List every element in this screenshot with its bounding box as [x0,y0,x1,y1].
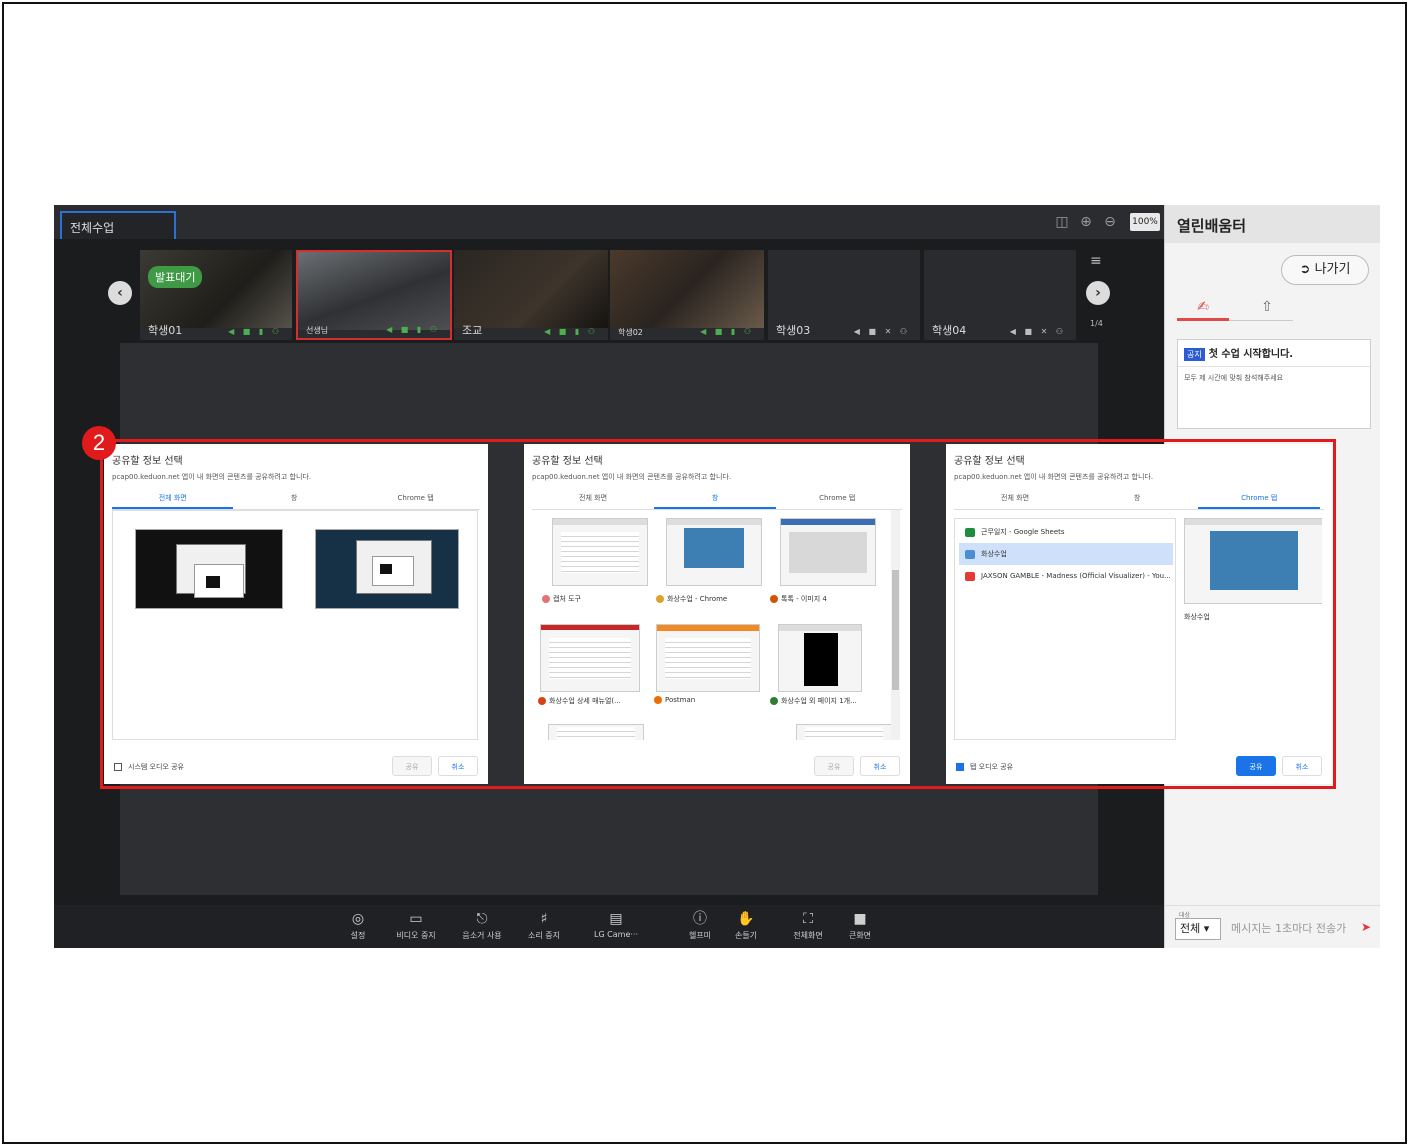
big-screen-icon: ■ [853,911,867,927]
raise-hand-button[interactable]: ✋ 손들기 [714,910,778,941]
lock-icon[interactable]: ◫ [1054,214,1070,230]
exit-label: 나가기 [1314,262,1351,277]
target-select[interactable]: 전체 ▾ [1175,918,1221,940]
chevron-down-icon: ▾ [1203,922,1210,935]
screen-share-icon: ▤ [609,911,623,927]
stop-video-label: 비디오 중지 [396,931,436,940]
camera-select-button[interactable]: ▤ LG Came··· [584,910,648,939]
participant-tile[interactable]: 학생04 ◀ ■ ✕ ⚇ [924,250,1076,340]
notice-header: 공지 첫 수업 시작합니다. [1178,340,1370,367]
participant-controls: ◀ ■ ✕ ⚇ [1009,327,1066,336]
participant-name: 학생04 [932,324,967,337]
tab-files[interactable]: ⇧ [1241,295,1293,321]
camera-select-label: LG Came··· [593,930,639,939]
exit-button[interactable]: ➲ 나가기 [1281,255,1369,285]
participant-name: 학생03 [776,324,811,337]
notice-title: 첫 수업 시작합니다. [1208,349,1294,360]
tab-chat[interactable]: ✍ [1177,295,1229,321]
stop-video-button[interactable]: ▭ 비디오 중지 [384,910,448,941]
mute-button[interactable]: ⎋ 음소거 사용 [450,910,514,941]
hand-icon: ✋ [737,911,755,927]
upload-icon: ⇧ [1261,299,1273,315]
speaker-icon: ♯ [540,911,548,927]
participant-controls: ◀ ■ ▮ ⚇ [228,327,282,336]
sidebar-tabs: ✍ ⇧ [1177,293,1293,321]
chat-input[interactable]: 메시지는 1초마다 전송가 [1225,918,1365,940]
step-number-badge: 2 [82,426,116,460]
page-indicator: 1/4 [1090,319,1103,328]
participant-strip: ‹ 발표대기 학생01 ◀ ■ ▮ ⚇ 선생님 ◀ ■ ▮ ⚇ 조교 ◀ ■ ▮… [54,239,1164,343]
participant-tile-active[interactable]: 선생님 ◀ ■ ▮ ⚇ [296,250,452,340]
camera-feed [140,250,292,328]
raise-hand-label: 손들기 [734,931,758,940]
notice-card: 공지 첫 수업 시작합니다. 모두 제 시간에 맞춰 참석해주세요 [1177,339,1371,429]
participant-controls: ◀ ■ ▮ ⚇ [700,327,754,336]
mute-label: 음소거 사용 [462,931,502,940]
participant-name: 학생01 [148,324,183,337]
gear-icon: ◎ [351,911,365,927]
participant-tile[interactable]: 학생03 ◀ ■ ✕ ⚇ [768,250,920,340]
participant-controls: ◀ ■ ▮ ⚇ [386,325,440,334]
camera-icon: ▭ [409,911,423,927]
participant-controls: ◀ ■ ▮ ⚇ [544,327,598,336]
stop-sound-label: 소리 중지 [528,931,560,940]
chat-input-row: 대상 전체 ▾ 메시지는 1초마다 전송가 ➤ [1165,905,1380,948]
next-page-button[interactable]: › [1086,281,1110,305]
stop-sound-button[interactable]: ♯ 소리 중지 [512,910,576,941]
target-value: 전체 [1180,922,1201,935]
zoom-in-icon[interactable]: ⊕ [1078,214,1094,230]
presentation-wait-badge: 발표대기 [148,266,203,288]
notice-body: 모두 제 시간에 맞춰 참석해주세요 [1184,374,1284,382]
chat-icon: ✍ [1197,299,1209,315]
tab-whole-class[interactable]: 전체수업 [60,211,176,239]
participant-name: 선생님 [306,326,329,335]
camera-feed [610,250,764,328]
big-screen-label: 큰화면 [848,931,872,940]
participant-name: 조교 [462,324,483,337]
settings-button[interactable]: ◎ 설정 [326,910,390,941]
participant-tile[interactable]: 조교 ◀ ■ ▮ ⚇ [454,250,608,340]
prev-page-button[interactable]: ‹ [108,281,132,305]
mic-icon: ⎋ [476,911,488,927]
exit-icon: ➲ [1299,262,1315,277]
highlight-box [100,439,1336,789]
participant-tile[interactable]: 학생02 ◀ ■ ▮ ⚇ [610,250,764,340]
participant-controls: ◀ ■ ✕ ⚇ [853,327,910,336]
big-screen-button[interactable]: ■ 큰화면 [828,910,892,941]
notice-tag: 공지 [1184,348,1205,361]
camera-feed [454,250,608,328]
participant-tile[interactable]: 발표대기 학생01 ◀ ■ ▮ ⚇ [140,250,292,340]
filter-icon[interactable]: ≡ [1090,253,1102,269]
room-title: 열린배움터 [1165,205,1380,243]
participant-name: 학생02 [618,328,643,337]
settings-label: 설정 [350,931,366,940]
bottom-toolbar: ◎ 설정 ▭ 비디오 중지 ⎋ 음소거 사용 ♯ 소리 중지 ▤ LG Came··· ⓘ… [54,905,1164,948]
camera-feed [298,252,450,330]
send-icon[interactable]: ➤ [1361,920,1371,934]
zoom-level: 100% [1130,213,1160,231]
top-bar: 전체수업 ◫ ⊕ ⊖ 100% [54,205,1164,239]
zoom-out-icon[interactable]: ⊖ [1102,214,1118,230]
